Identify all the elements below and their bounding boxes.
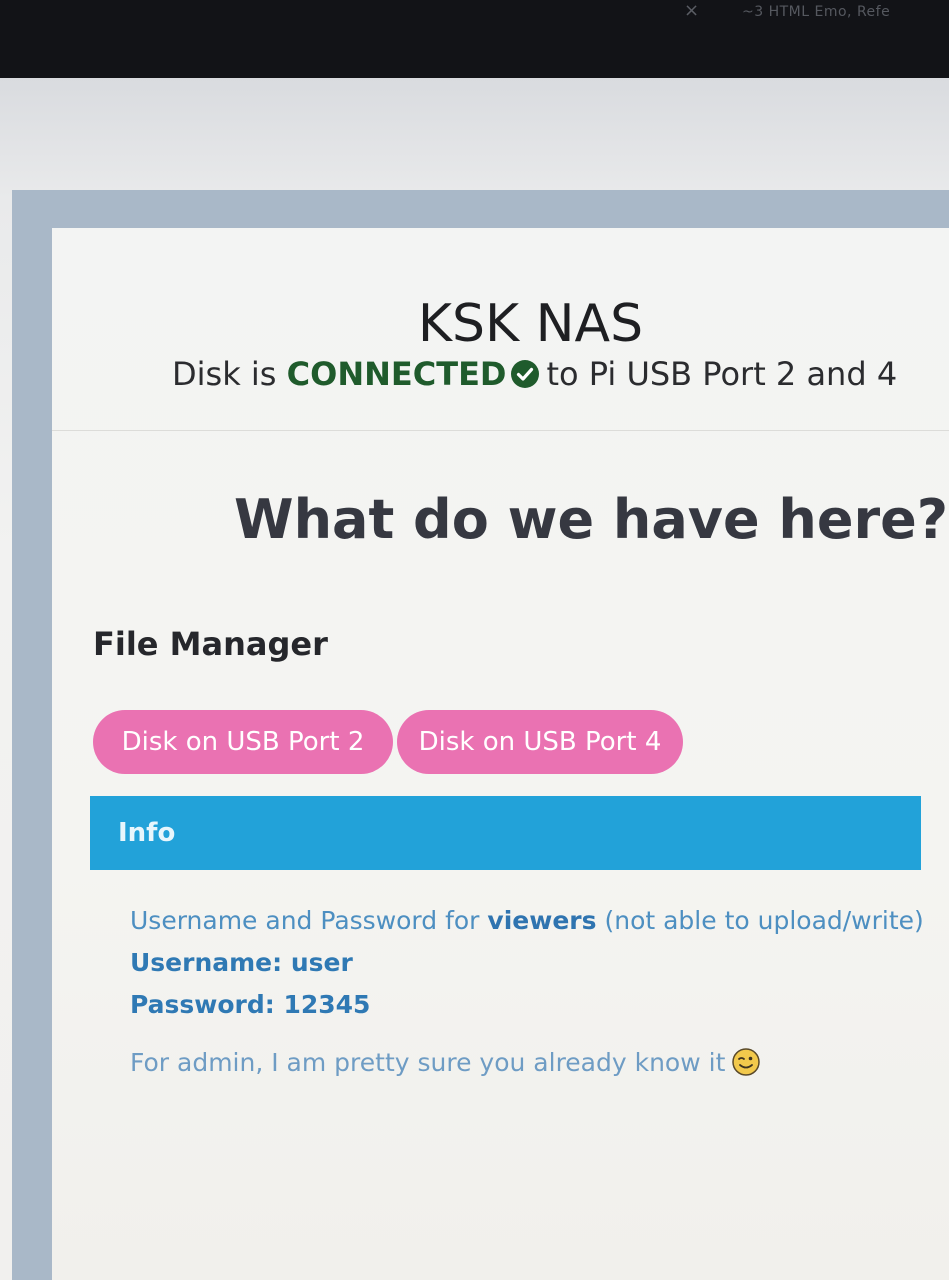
password-line: Password: 12345 — [130, 990, 371, 1019]
check-circle-icon — [511, 360, 540, 388]
intro-prefix: Username and Password for — [130, 906, 480, 935]
admin-note-text: For admin, I am pretty sure you already … — [130, 1048, 726, 1077]
disk-usb-port-2-button[interactable]: Disk on USB Port 2 — [93, 710, 393, 774]
file-manager-heading: File Manager — [93, 625, 328, 663]
section-heading: What do we have here? — [234, 488, 949, 551]
page-header: KSK NAS Disk is CONNECTED to Pi USB Port … — [52, 228, 949, 430]
page-container: KSK NAS Disk is CONNECTED to Pi USB Port … — [52, 228, 949, 1280]
browser-top-bar: × ~3 HTML Emo, Refe — [0, 0, 949, 80]
info-label: Info — [118, 818, 176, 848]
status-connected: CONNECTED — [286, 355, 507, 393]
header-divider — [52, 430, 949, 431]
site-title: KSK NAS — [417, 294, 644, 354]
wink-emoji-icon — [732, 1048, 761, 1076]
disk-usb-port-4-button[interactable]: Disk on USB Port 4 — [397, 710, 683, 774]
status-suffix: to Pi USB Port 2 and 4 — [546, 355, 898, 393]
username-line: Username: user — [130, 948, 353, 977]
intro-suffix: (not able to upload/write) — [604, 906, 924, 935]
viewers-emphasis: viewers — [487, 906, 597, 935]
viewer-credentials-intro: Username and Password for viewers (not a… — [130, 904, 924, 938]
info-bar: Info — [90, 796, 921, 870]
admin-note: For admin, I am pretty sure you already … — [130, 1046, 761, 1080]
tab-close-icon[interactable]: × — [684, 0, 699, 22]
status-prefix: Disk is — [172, 355, 277, 393]
disk-status: Disk is CONNECTED to Pi USB Port 2 and 4 — [172, 352, 897, 396]
browser-tab-title[interactable]: ~3 HTML Emo, Refe — [742, 4, 890, 20]
